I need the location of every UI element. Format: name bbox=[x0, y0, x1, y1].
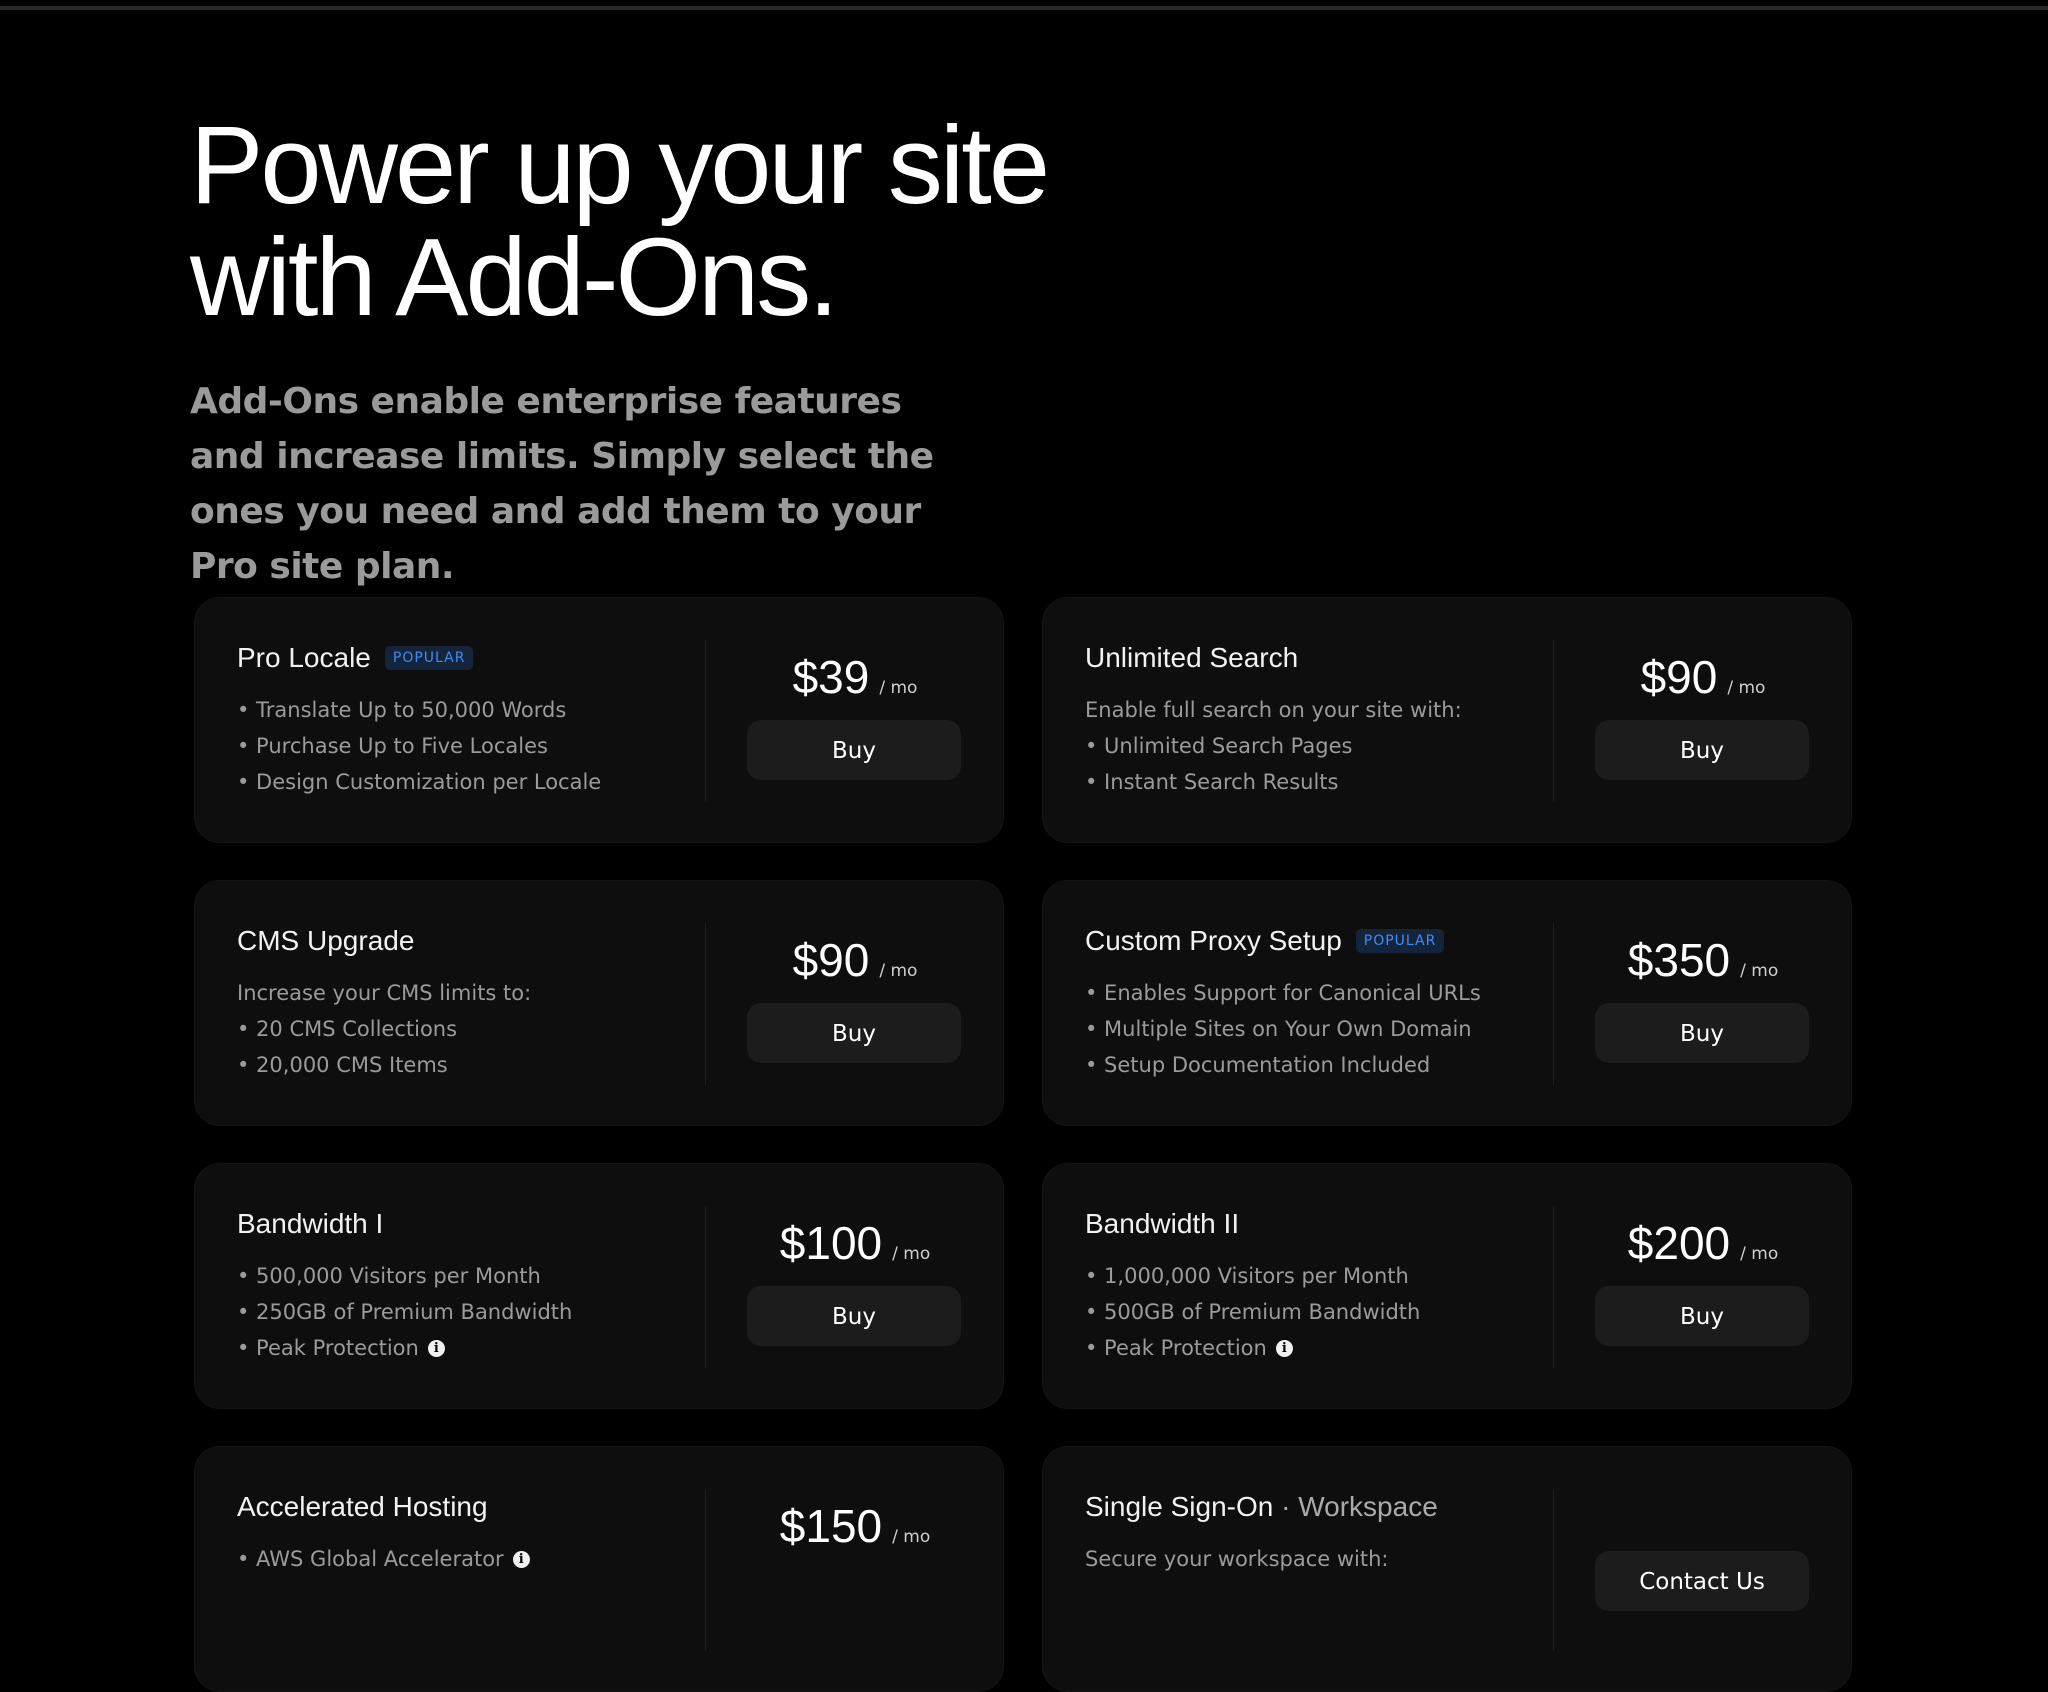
card-title: Single Sign-On · Workspace bbox=[1085, 1491, 1438, 1523]
card-title: Unlimited Search bbox=[1085, 642, 1299, 673]
feature-item: • Translate Up to 50,000 Words bbox=[237, 698, 567, 722]
feature-item: • Enables Support for Canonical URLs bbox=[1085, 981, 1481, 1005]
card-title-suffix: · Workspace bbox=[1281, 1491, 1438, 1522]
card-divider bbox=[705, 1489, 706, 1651]
feature-item: • Multiple Sites on Your Own Domain bbox=[1085, 1017, 1472, 1041]
price-period: / mo bbox=[892, 1244, 931, 1264]
addon-card-cms-upgrade: CMS Upgrade Increase your CMS limits to:… bbox=[194, 880, 1004, 1126]
page-title-line-2: with Add-Ons. bbox=[190, 216, 839, 339]
feature-item-label: • AWS Global Accelerator bbox=[237, 1547, 504, 1571]
feature-item-label: • Peak Protection bbox=[1085, 1336, 1267, 1360]
addon-card-accelerated-hosting: Accelerated Hosting • AWS Global Acceler… bbox=[194, 1446, 1004, 1692]
feature-item: Enable full search on your site with: bbox=[1085, 698, 1462, 722]
info-icon[interactable]: i bbox=[1275, 1339, 1293, 1357]
price-amount: $350 bbox=[1627, 934, 1731, 986]
price-amount: $39 bbox=[792, 651, 870, 703]
buy-button-cms-upgrade[interactable]: Buy bbox=[747, 1003, 961, 1063]
card-title: CMS Upgrade bbox=[237, 925, 415, 956]
feature-item: • 1,000,000 Visitors per Month bbox=[1085, 1264, 1409, 1288]
card-divider bbox=[1553, 1206, 1554, 1368]
feature-item: • 500,000 Visitors per Month bbox=[237, 1264, 541, 1288]
feature-item: • 250GB of Premium Bandwidth bbox=[237, 1300, 573, 1324]
buy-button-bandwidth-2[interactable]: Buy bbox=[1595, 1286, 1809, 1346]
top-border bbox=[0, 6, 2048, 10]
price: $90 / mo bbox=[747, 933, 963, 991]
buy-button-custom-proxy-setup[interactable]: Buy bbox=[1595, 1003, 1809, 1063]
feature-item: • Purchase Up to Five Locales bbox=[237, 734, 548, 758]
price-period: / mo bbox=[879, 961, 918, 981]
price: $350 / mo bbox=[1595, 933, 1811, 991]
buy-button-bandwidth-1[interactable]: Buy bbox=[747, 1286, 961, 1346]
price: $90 / mo bbox=[1595, 650, 1811, 708]
price-period: / mo bbox=[892, 1527, 931, 1547]
feature-item-label: • Peak Protection bbox=[237, 1336, 419, 1360]
card-title: Accelerated Hosting bbox=[237, 1491, 488, 1522]
card-divider bbox=[1553, 923, 1554, 1085]
card-title: Bandwidth II bbox=[1085, 1208, 1240, 1239]
price: $100 / mo bbox=[747, 1216, 963, 1274]
price-period: / mo bbox=[1727, 678, 1766, 698]
feature-item: • Design Customization per Locale bbox=[237, 770, 602, 794]
card-title: Bandwidth I bbox=[237, 1208, 384, 1239]
feature-list: • 500,000 Visitors per Month • 250GB of … bbox=[237, 1258, 677, 1366]
card-title: Pro Locale bbox=[237, 642, 371, 673]
price: $200 / mo bbox=[1595, 1216, 1811, 1274]
feature-item: • Instant Search Results bbox=[1085, 770, 1339, 794]
feature-list: • AWS Global Accelerator i bbox=[237, 1541, 677, 1577]
contact-us-button[interactable]: Contact Us bbox=[1595, 1551, 1809, 1611]
card-divider bbox=[1553, 1489, 1554, 1651]
feature-list: Increase your CMS limits to: • 20 CMS Co… bbox=[237, 975, 677, 1083]
feature-item: • Peak Protection i bbox=[1085, 1330, 1525, 1366]
feature-item: • Setup Documentation Included bbox=[1085, 1053, 1431, 1077]
popular-badge: POPULAR bbox=[384, 646, 474, 670]
price: $39 / mo bbox=[747, 650, 963, 708]
card-title-main: Single Sign-On bbox=[1085, 1491, 1274, 1522]
page-subtitle: Add-Ons enable enterprise features and i… bbox=[190, 381, 934, 587]
addon-card-single-sign-on: Single Sign-On · Workspace Secure your w… bbox=[1042, 1446, 1852, 1692]
feature-item: Increase your CMS limits to: bbox=[237, 981, 532, 1005]
page-title: Power up your site with Add-Ons. bbox=[190, 110, 1290, 334]
feature-list: Enable full search on your site with: • … bbox=[1085, 692, 1525, 800]
feature-item: • 20 CMS Collections bbox=[237, 1017, 458, 1041]
card-divider bbox=[705, 923, 706, 1085]
addon-card-custom-proxy-setup: Custom Proxy Setup POPULAR • Enables Sup… bbox=[1042, 880, 1852, 1126]
buy-button-unlimited-search[interactable]: Buy bbox=[1595, 720, 1809, 780]
feature-list: Secure your workspace with: bbox=[1085, 1541, 1525, 1577]
feature-item: • Peak Protection i bbox=[237, 1330, 677, 1366]
card-title: Custom Proxy Setup bbox=[1085, 925, 1342, 956]
feature-item: • 500GB of Premium Bandwidth bbox=[1085, 1300, 1421, 1324]
popular-badge: POPULAR bbox=[1355, 929, 1445, 953]
feature-item: • Unlimited Search Pages bbox=[1085, 734, 1353, 758]
info-icon[interactable]: i bbox=[427, 1339, 445, 1357]
addon-card-unlimited-search: Unlimited Search Enable full search on y… bbox=[1042, 597, 1852, 843]
feature-item: • AWS Global Accelerator i bbox=[237, 1541, 677, 1577]
feature-item: Secure your workspace with: bbox=[1085, 1547, 1389, 1571]
page-title-line-1: Power up your site bbox=[190, 104, 1050, 227]
feature-list: • Enables Support for Canonical URLs • M… bbox=[1085, 975, 1525, 1083]
price-period: / mo bbox=[879, 678, 918, 698]
price: $150 / mo bbox=[747, 1499, 963, 1557]
buy-button-pro-locale[interactable]: Buy bbox=[747, 720, 961, 780]
price-period: / mo bbox=[1740, 1244, 1779, 1264]
card-divider bbox=[705, 640, 706, 802]
addon-card-bandwidth-2: Bandwidth II • 1,000,000 Visitors per Mo… bbox=[1042, 1163, 1852, 1409]
card-divider bbox=[1553, 640, 1554, 802]
addon-card-pro-locale: Pro Locale POPULAR • Translate Up to 50,… bbox=[194, 597, 1004, 843]
price-amount: $100 bbox=[779, 1217, 883, 1269]
price-amount: $200 bbox=[1627, 1217, 1731, 1269]
feature-list: • 1,000,000 Visitors per Month • 500GB o… bbox=[1085, 1258, 1525, 1366]
info-icon[interactable]: i bbox=[512, 1550, 530, 1568]
addon-card-bandwidth-1: Bandwidth I • 500,000 Visitors per Month… bbox=[194, 1163, 1004, 1409]
price-amount: $90 bbox=[792, 934, 870, 986]
price-amount: $90 bbox=[1640, 651, 1718, 703]
price-amount: $150 bbox=[779, 1500, 883, 1552]
feature-item: • 20,000 CMS Items bbox=[237, 1053, 448, 1077]
hero-section: Power up your site with Add-Ons. Add-Ons… bbox=[190, 110, 1290, 594]
card-divider bbox=[705, 1206, 706, 1368]
feature-list: • Translate Up to 50,000 Words • Purchas… bbox=[237, 692, 677, 800]
price-period: / mo bbox=[1740, 961, 1779, 981]
